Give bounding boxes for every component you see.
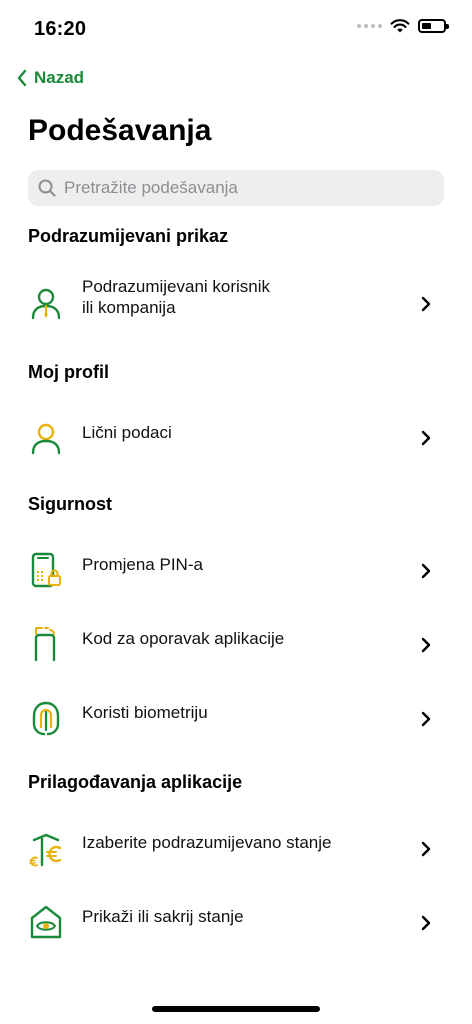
status-icons [357, 18, 449, 33]
chevron-right-icon [421, 430, 431, 446]
settings-item-label: Kod za oporavak aplikacije [82, 629, 285, 648]
section-title-default-view: Podrazumijevani prikaz [28, 226, 229, 246]
chevron-right-icon [421, 296, 431, 312]
chevron-right-icon [421, 711, 431, 727]
settings-item-label: Izaberite podrazumijevano stanje [82, 833, 332, 852]
settings-item-recovery-code[interactable]: Kod za oporavak aplikacije [0, 612, 472, 678]
cellular-signal-icon [357, 23, 382, 28]
settings-item-label: Koristi biometriju [82, 703, 208, 722]
section-title-app-customization: Prilagođavanja aplikacije [28, 772, 243, 792]
back-button[interactable]: Nazad [16, 68, 84, 88]
back-label: Nazad [34, 68, 85, 87]
euro-balance-icon [29, 833, 62, 867]
home-eye-icon [30, 905, 62, 939]
home-indicator[interactable] [152, 1006, 320, 1012]
phone-lock-icon [31, 552, 61, 588]
search-bar[interactable] [28, 170, 444, 206]
section-title-my-profile: Moj profil [28, 362, 109, 382]
chevron-right-icon [421, 563, 431, 579]
user-icon [31, 423, 61, 455]
chevron-left-icon [17, 69, 27, 87]
wifi-icon [390, 19, 410, 33]
label-line-2: ili kompanija [82, 298, 176, 317]
settings-item-label: Promjena PIN-a [82, 555, 203, 574]
chevron-right-icon [421, 637, 431, 653]
settings-item-show-hide-balance[interactable]: Prikaži ili sakrij stanje [0, 892, 472, 958]
settings-item-label: Podrazumijevani korisnik ili kompanija [82, 276, 392, 318]
settings-item-default-user[interactable]: Podrazumijevani korisnik ili kompanija [0, 270, 472, 340]
battery-icon [418, 18, 449, 33]
status-bar: 16:20 [0, 0, 472, 56]
settings-item-default-balance[interactable]: Izaberite podrazumijevano stanje [0, 818, 472, 884]
chevron-right-icon [421, 915, 431, 931]
search-input[interactable] [62, 177, 426, 199]
label-line-1: Podrazumijevani korisnik [82, 277, 271, 296]
status-time: 16:20 [34, 18, 87, 40]
app-recovery-icon [34, 627, 56, 662]
user-default-icon [31, 288, 61, 320]
chevron-right-icon [421, 841, 431, 857]
settings-item-personal-data[interactable]: Lični podaci [0, 408, 472, 468]
search-icon [38, 179, 56, 197]
page-title: Podešavanja [28, 114, 212, 147]
settings-item-change-pin[interactable]: Promjena PIN-a [0, 538, 472, 604]
section-title-security: Sigurnost [28, 494, 112, 514]
fingerprint-icon [32, 701, 60, 736]
settings-item-biometrics[interactable]: Koristi biometriju [0, 686, 472, 752]
settings-item-label: Prikaži ili sakrij stanje [82, 907, 244, 926]
battery-level [422, 22, 431, 29]
settings-item-label: Lični podaci [82, 423, 172, 442]
